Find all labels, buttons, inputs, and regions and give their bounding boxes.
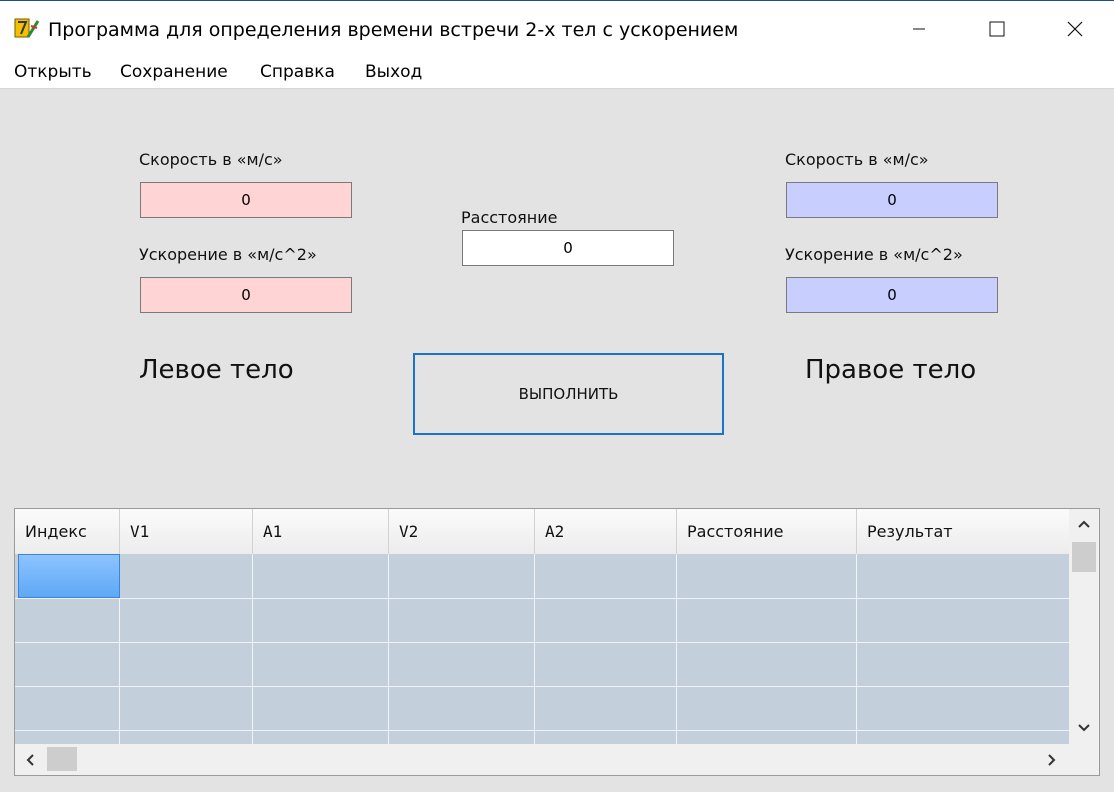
table-cell[interactable] (253, 554, 389, 598)
right-speed-input[interactable] (786, 182, 998, 218)
menu-item-save[interactable]: Сохранение (118, 62, 230, 82)
left-speed-input[interactable] (140, 182, 352, 218)
grid-header: Индекс V1 A1 V2 A2 Расстояние Результат (15, 509, 1069, 555)
distance-label: Расстояние (461, 208, 558, 227)
table-cell[interactable] (677, 686, 857, 730)
table-cell[interactable] (253, 642, 389, 686)
left-body-caption: Левое тело (139, 355, 294, 385)
horizontal-scrollbar[interactable] (15, 744, 1099, 775)
table-cell[interactable] (535, 642, 677, 686)
table-cell[interactable] (120, 730, 253, 744)
title-bar: Программа для определения времени встреч… (0, 0, 1114, 58)
table-cell[interactable] (389, 686, 535, 730)
scroll-right-icon[interactable] (1047, 753, 1057, 767)
table-cell[interactable] (253, 686, 389, 730)
table-row[interactable] (15, 642, 1069, 687)
right-body-caption: Правое тело (805, 355, 977, 385)
distance-input[interactable] (462, 230, 674, 266)
minimize-icon (913, 28, 925, 30)
vertical-scrollbar[interactable] (1069, 509, 1099, 744)
table-row[interactable] (15, 598, 1069, 643)
menu-item-exit[interactable]: Выход (363, 62, 424, 82)
table-cell[interactable] (120, 554, 253, 598)
table-cell[interactable] (857, 686, 1069, 730)
table-cell[interactable] (389, 642, 535, 686)
minimize-button[interactable] (880, 1, 958, 57)
column-header-index[interactable]: Индекс (15, 509, 120, 554)
table-row[interactable] (15, 686, 1069, 731)
right-accel-label: Ускорение в «м/с^2» (785, 245, 963, 264)
table-cell[interactable] (120, 642, 253, 686)
column-header-v1[interactable]: V1 (120, 509, 253, 554)
horizontal-scroll-thumb[interactable] (47, 747, 77, 771)
scroll-down-icon[interactable] (1077, 723, 1091, 733)
table-cell[interactable] (15, 642, 120, 686)
table-row[interactable] (15, 730, 1069, 744)
right-speed-label: Скорость в «м/с» (785, 150, 929, 169)
menu-item-help[interactable]: Справка (258, 62, 337, 82)
table-cell[interactable] (535, 730, 677, 744)
scroll-left-icon[interactable] (25, 753, 35, 767)
table-cell[interactable] (120, 598, 253, 642)
table-cell[interactable] (15, 598, 120, 642)
table-cell[interactable] (389, 730, 535, 744)
table-cell[interactable] (677, 598, 857, 642)
menu-item-open[interactable]: Открыть (12, 62, 94, 82)
table-cell[interactable] (535, 598, 677, 642)
column-header-distance[interactable]: Расстояние (677, 509, 857, 554)
left-accel-label: Ускорение в «м/с^2» (139, 245, 317, 264)
column-header-result[interactable]: Результат (857, 509, 1069, 554)
table-cell[interactable] (857, 642, 1069, 686)
table-cell[interactable] (15, 730, 120, 744)
table-cell[interactable] (15, 686, 120, 730)
column-header-a1[interactable]: A1 (253, 509, 389, 554)
run-button[interactable]: ВЫПОЛНИТЬ (413, 353, 724, 435)
table-cell[interactable] (535, 686, 677, 730)
app-window: Программа для определения времени встреч… (0, 0, 1114, 792)
table-cell[interactable] (677, 730, 857, 744)
maximize-button[interactable] (958, 1, 1036, 57)
table-cell-selected[interactable] (18, 554, 120, 598)
table-row[interactable] (15, 554, 1069, 599)
table-cell[interactable] (535, 554, 677, 598)
table-cell[interactable] (253, 730, 389, 744)
column-header-v2[interactable]: V2 (389, 509, 535, 554)
table-cell[interactable] (389, 598, 535, 642)
results-grid[interactable]: Индекс V1 A1 V2 A2 Расстояние Результат (14, 508, 1100, 776)
right-accel-input[interactable] (786, 277, 998, 313)
menu-bar: Открыть Сохранение Справка Выход (0, 58, 1114, 89)
scroll-up-icon[interactable] (1077, 519, 1091, 529)
table-cell[interactable] (120, 686, 253, 730)
close-button[interactable] (1036, 1, 1114, 57)
table-cell[interactable] (857, 554, 1069, 598)
table-cell[interactable] (857, 598, 1069, 642)
table-cell[interactable] (857, 730, 1069, 744)
grid-body[interactable] (15, 554, 1069, 744)
window-title: Программа для определения времени встреч… (48, 19, 739, 41)
left-speed-label: Скорость в «м/с» (139, 150, 283, 169)
app-icon (14, 18, 40, 38)
table-cell[interactable] (253, 598, 389, 642)
table-cell[interactable] (677, 554, 857, 598)
column-header-a2[interactable]: A2 (535, 509, 677, 554)
close-icon (1067, 21, 1083, 37)
vertical-scroll-thumb[interactable] (1072, 542, 1096, 572)
left-accel-input[interactable] (140, 277, 352, 313)
maximize-icon (989, 21, 1005, 37)
table-cell[interactable] (677, 642, 857, 686)
table-cell[interactable] (389, 554, 535, 598)
